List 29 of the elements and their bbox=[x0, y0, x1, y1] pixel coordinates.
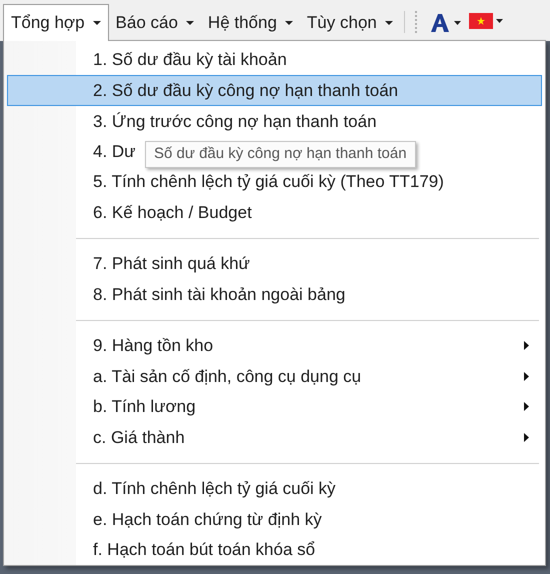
tooltip: Số dư đầu kỳ công nợ hạn thanh toán bbox=[145, 141, 416, 168]
menu-tab[interactable]: Tổng hợp bbox=[3, 4, 109, 41]
font-color-button[interactable] bbox=[428, 12, 461, 34]
menu-item[interactable]: 8. Phát sinh tài khoản ngoài bảng bbox=[7, 279, 542, 310]
menu-item[interactable]: 9. Hàng tồn kho bbox=[7, 330, 542, 362]
menu-item[interactable]: 3. Ứng trước công nợ hạn thanh toán bbox=[7, 106, 542, 136]
menu-item[interactable]: d. Tính chênh lệch tỷ giá cuối kỳ bbox=[7, 474, 542, 504]
caret-icon bbox=[454, 21, 461, 25]
caret-icon bbox=[496, 19, 503, 23]
menu-item[interactable]: f. Hạch toán bút toán khóa sổ bbox=[7, 534, 542, 565]
menu-item[interactable]: 2. Số dư đầu kỳ công nợ hạn thanh toán bbox=[7, 75, 542, 106]
flag-icon bbox=[468, 13, 493, 29]
menu-item[interactable]: a. Tài sản cố định, công cụ dụng cụ bbox=[7, 361, 542, 392]
letter-icon bbox=[428, 12, 451, 34]
caret-icon bbox=[384, 20, 393, 24]
menu-item[interactable]: e. Hạch toán chứng từ định kỳ bbox=[7, 504, 542, 535]
menu-tab[interactable]: Tùy chọn bbox=[300, 4, 400, 41]
caret-icon bbox=[186, 20, 194, 24]
menu-item[interactable]: 1. Số dư đầu kỳ tài khoản bbox=[7, 45, 542, 76]
menu-item[interactable]: c. Giá thành bbox=[7, 422, 542, 453]
menu-item[interactable]: 7. Phát sinh quá khứ bbox=[7, 248, 542, 280]
menu-tab[interactable]: Hệ thống bbox=[200, 4, 300, 41]
menu-item[interactable]: 5. Tính chênh lệch tỷ giá cuối kỳ (Theo TT179) bbox=[7, 166, 542, 198]
caret-icon bbox=[92, 21, 101, 25]
menu-tab[interactable]: Báo cáo bbox=[108, 4, 201, 41]
menu-item[interactable]: 6. Kế hoạch / Budget bbox=[7, 197, 542, 228]
menu-item[interactable]: b. Tính lương bbox=[7, 392, 542, 422]
caret-icon bbox=[284, 20, 293, 24]
language-button[interactable] bbox=[468, 13, 503, 29]
